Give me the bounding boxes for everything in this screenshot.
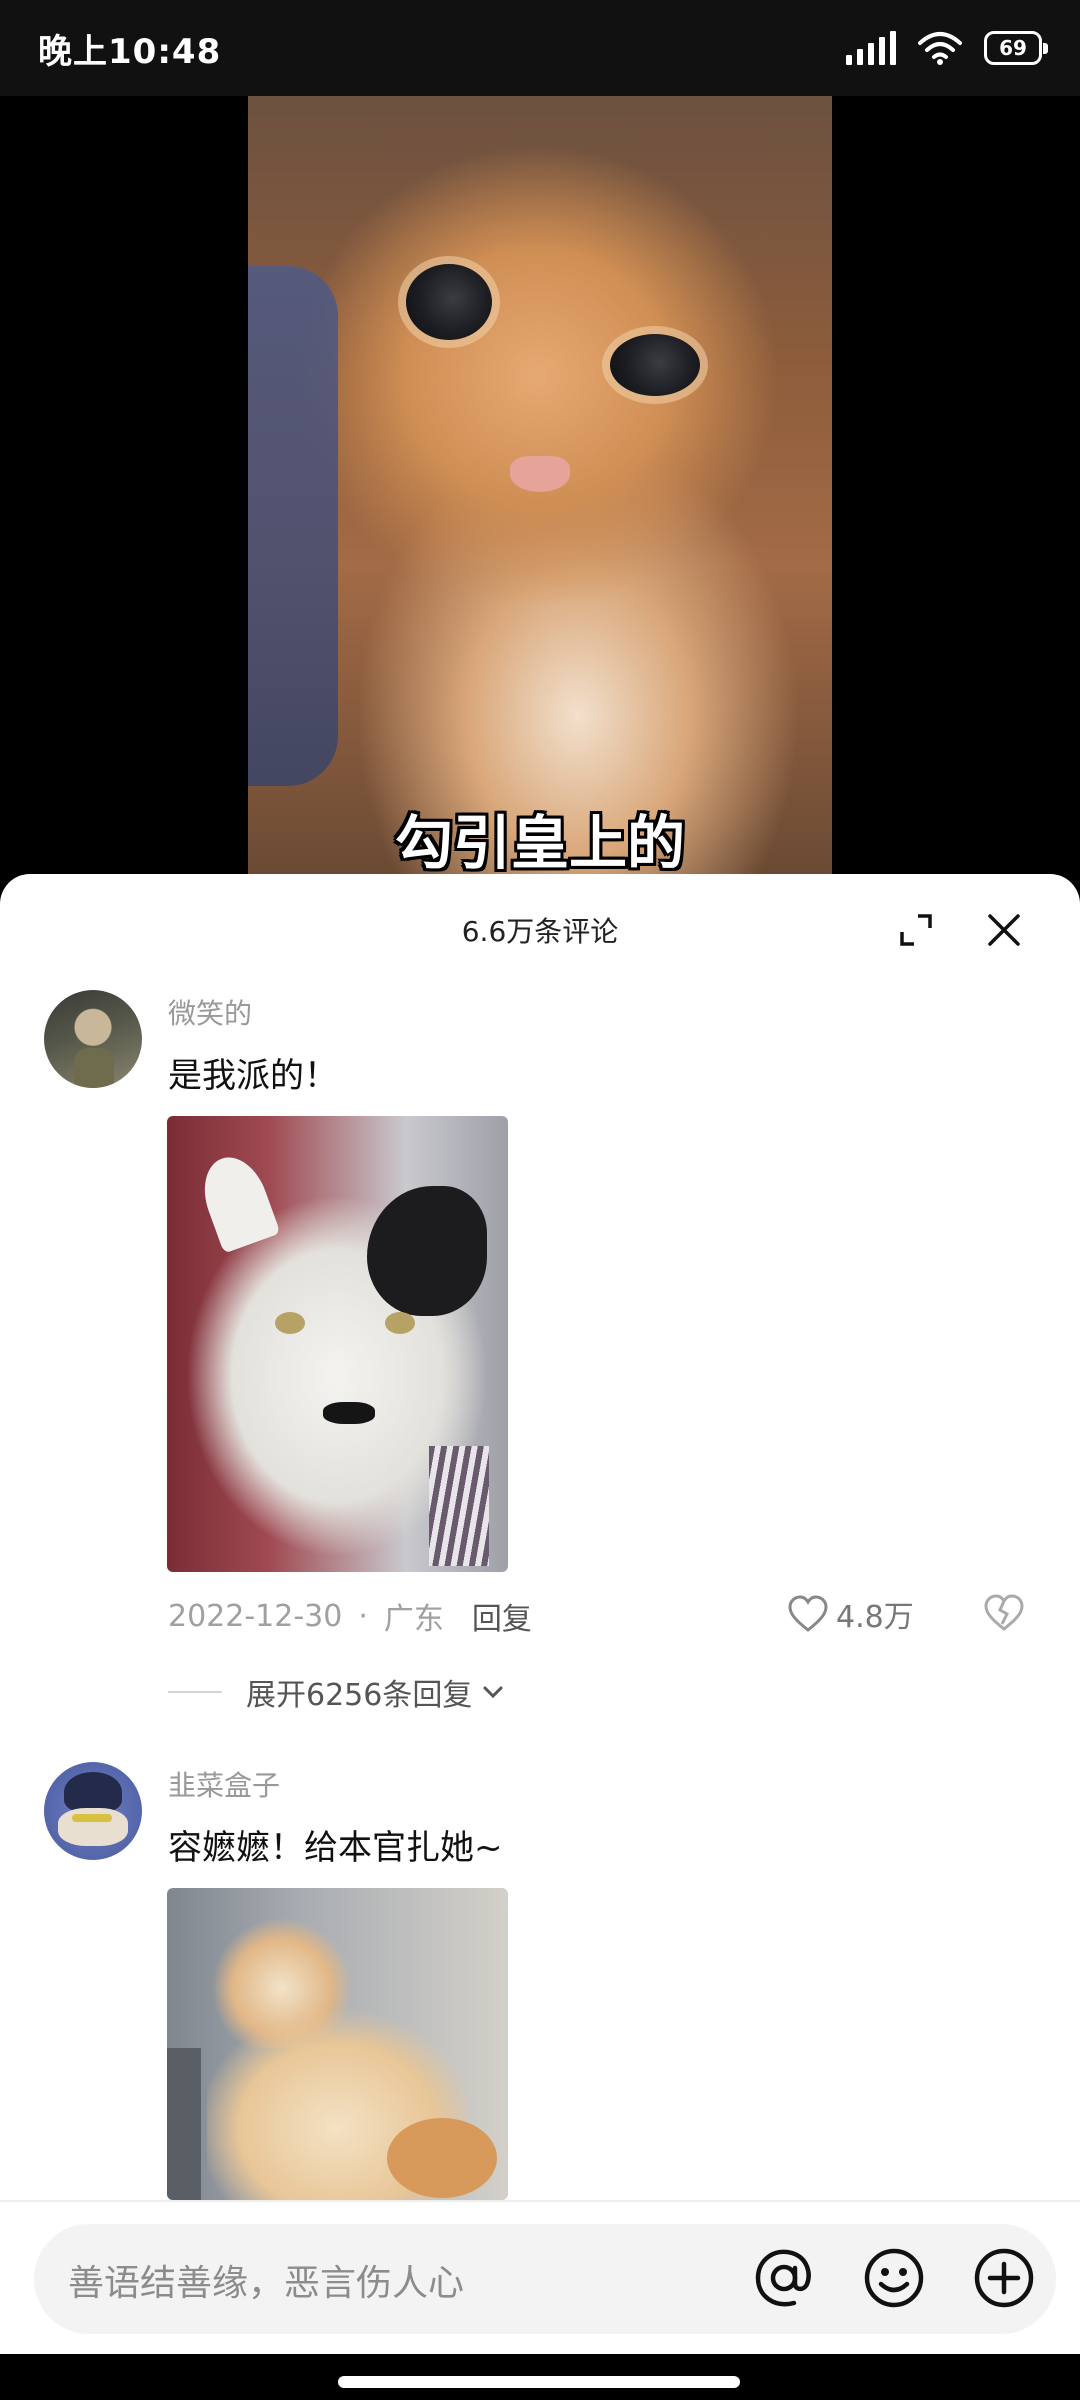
status-bar: 晚上10:48 69 — [0, 0, 1080, 96]
like-button[interactable]: 4.8万 — [788, 1592, 914, 1636]
comment-count-title: 6.6万条评论 — [461, 915, 619, 948]
video-subtitle: 勾引皇上的 — [394, 809, 685, 876]
home-indicator[interactable] — [338, 2376, 740, 2388]
comment-image[interactable] — [167, 1116, 508, 1572]
at-icon[interactable] — [752, 2246, 816, 2310]
comment-sheet: 6.6万条评论 微笑的 是我派的！ 2022-12-30 · 广东 回复 4.8… — [0, 874, 1080, 2400]
expand-replies-button[interactable]: 展开6256条回复 — [168, 1670, 508, 1714]
reply-button[interactable]: 回复 — [472, 1594, 532, 1638]
comment-date: 2022-12-30 — [168, 1598, 343, 1634]
video-frame — [248, 96, 832, 876]
battery-level: 69 — [999, 36, 1027, 60]
cat-nose — [510, 456, 570, 492]
comment-username[interactable]: 微笑的 — [168, 992, 252, 1032]
close-icon[interactable] — [984, 910, 1024, 950]
status-icons: 69 — [846, 31, 1048, 65]
signal-icon — [846, 31, 896, 65]
wifi-icon — [918, 32, 962, 65]
broken-heart-icon[interactable] — [984, 1594, 1024, 1632]
comment-meta: 2022-12-30 · 广东 回复 — [168, 1594, 532, 1638]
emoji-icon[interactable] — [862, 2246, 926, 2310]
expand-replies-label: 展开6256条回复 — [246, 1678, 473, 1713]
comment-input-placeholder: 善语结善缘，恶言伤人心 — [68, 2263, 465, 2304]
avatar[interactable] — [44, 990, 142, 1088]
video-player[interactable]: 勾引皇上的 — [0, 96, 1080, 876]
cat-eye-left — [406, 264, 492, 340]
cat-eye-right — [610, 334, 700, 396]
expand-icon[interactable] — [896, 910, 936, 950]
comment-location: 广东 — [383, 1602, 444, 1637]
avatar[interactable] — [44, 1762, 142, 1860]
comment-input[interactable]: 善语结善缘，恶言伤人心 — [34, 2224, 1056, 2334]
comment-text: 是我派的！ — [168, 1056, 338, 1096]
heart-icon — [788, 1595, 828, 1632]
chevron-down-icon — [483, 1686, 503, 1699]
sheet-header: 6.6万条评论 — [0, 874, 1080, 986]
battery-icon: 69 — [984, 31, 1048, 65]
plus-icon[interactable] — [972, 2246, 1036, 2310]
comment-input-bar: 善语结善缘，恶言伤人心 — [0, 2200, 1080, 2356]
comment-image[interactable] — [167, 1888, 508, 2200]
like-count: 4.8万 — [836, 1600, 914, 1635]
status-time: 晚上10:48 — [38, 31, 222, 72]
comment-username[interactable]: 韭菜盒子 — [168, 1764, 280, 1804]
comment-text: 容嬷嬷！给本官扎她~ — [168, 1828, 503, 1868]
